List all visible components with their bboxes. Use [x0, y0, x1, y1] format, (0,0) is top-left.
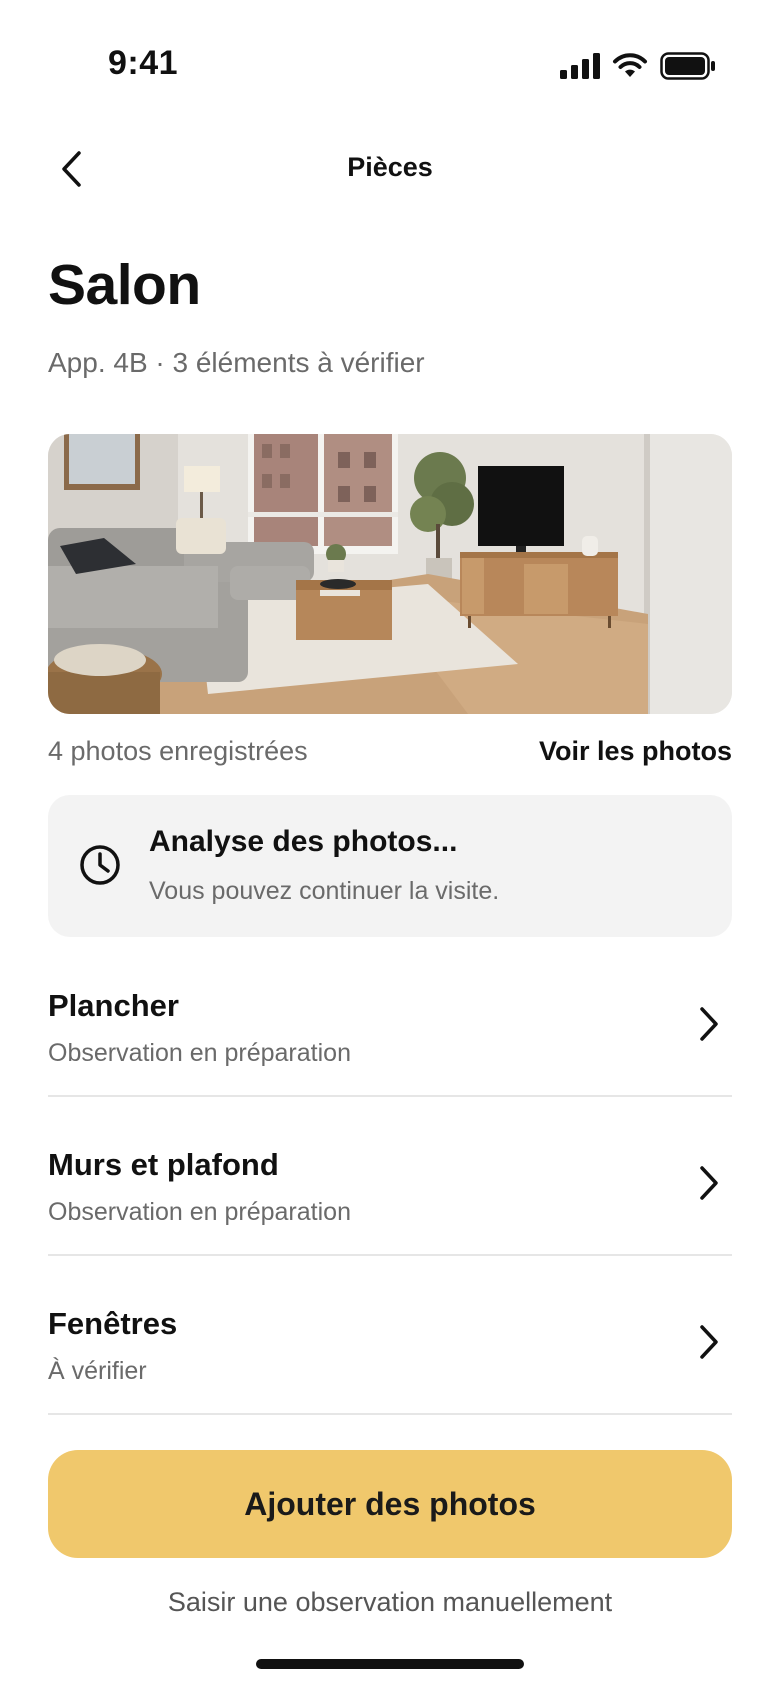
chevron-right-icon	[700, 1166, 718, 1200]
page-title: Salon	[48, 253, 201, 317]
manual-observation-link[interactable]: Saisir une observation manuellement	[0, 1587, 780, 1618]
list-item-fenetres[interactable]: Fenêtres À vérifier	[48, 1256, 732, 1415]
item-status: À vérifier	[48, 1357, 147, 1385]
navigation-bar: Pièces	[0, 130, 780, 210]
item-status: Observation en préparation	[48, 1198, 351, 1226]
status-time: 9:41	[108, 44, 179, 82]
photo-summary-row: 4 photos enregistrées Voir les photos	[48, 736, 732, 767]
list-item-murs-et-plafond[interactable]: Murs et plafond Observation en préparati…	[48, 1097, 732, 1256]
item-title: Fenêtres	[48, 1306, 178, 1341]
home-indicator	[256, 1659, 524, 1669]
chevron-right-icon	[700, 1325, 718, 1359]
item-title: Plancher	[48, 988, 179, 1023]
status-bar: 9:41	[0, 0, 780, 120]
signal-icon	[560, 53, 600, 79]
inspection-items-list: Plancher Observation en préparation Murs…	[48, 938, 732, 1415]
view-photos-link[interactable]: Voir les photos	[539, 736, 732, 767]
status-icons	[560, 52, 716, 80]
nav-title: Pièces	[347, 152, 433, 182]
chevron-right-icon	[700, 1007, 718, 1041]
wifi-icon	[613, 53, 647, 77]
room-subtitle: App. 4B · 3 éléments à vérifier	[48, 347, 425, 378]
analysis-status-card: Analyse des photos... Vous pouvez contin…	[48, 795, 732, 937]
item-title: Murs et plafond	[48, 1147, 279, 1182]
item-status: Observation en préparation	[48, 1039, 351, 1067]
analysis-text: Vous pouvez continuer la visite.	[149, 877, 500, 905]
analysis-title: Analyse des photos...	[149, 825, 458, 858]
list-item-plancher[interactable]: Plancher Observation en préparation	[48, 938, 732, 1097]
battery-icon	[660, 52, 715, 80]
clock-icon	[80, 845, 120, 885]
photo-count: 4 photos enregistrées	[48, 736, 308, 766]
add-photos-button[interactable]: Ajouter des photos	[48, 1450, 732, 1558]
living-room-photo-illustration	[48, 434, 732, 714]
room-photo[interactable]	[48, 434, 732, 714]
